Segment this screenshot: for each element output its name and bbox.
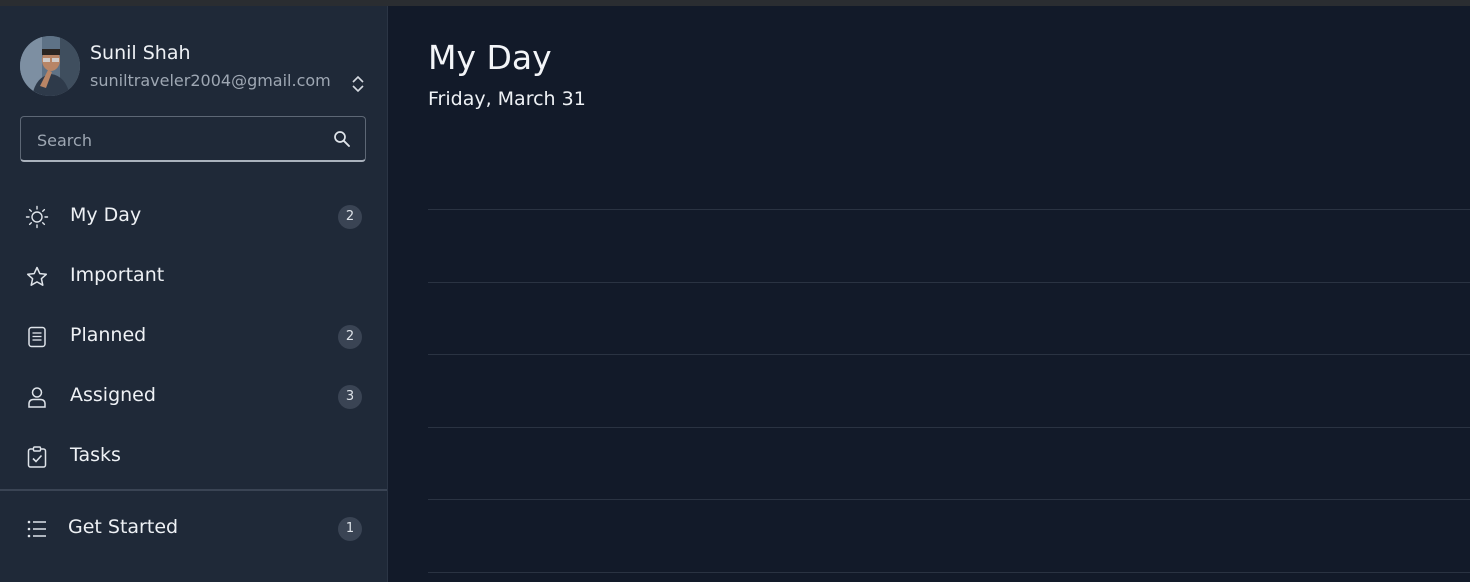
sidebar-item-label: Planned	[70, 324, 147, 346]
account-switcher[interactable]: Sunil Shah suniltraveler2004@gmail.com	[20, 36, 370, 96]
star-icon	[26, 266, 48, 286]
sidebar-item-my-day[interactable]: My Day 2	[0, 186, 387, 246]
task-row-line	[428, 209, 1470, 210]
account-email: suniltraveler2004@gmail.com	[90, 71, 331, 90]
sun-icon	[25, 205, 49, 229]
sidebar-item-label: My Day	[70, 204, 142, 226]
page-title: My Day	[428, 38, 552, 77]
search-icon[interactable]	[333, 130, 351, 148]
search-box[interactable]	[20, 116, 366, 162]
task-row-line	[428, 427, 1470, 428]
sidebar-item-get-started[interactable]: Get Started 1	[0, 498, 387, 558]
count-badge: 2	[338, 205, 362, 229]
task-row-line	[428, 282, 1470, 283]
sidebar-divider	[0, 489, 387, 491]
task-row-line	[428, 572, 1470, 573]
sidebar-item-label: Important	[70, 264, 165, 286]
task-row-line	[428, 499, 1470, 500]
account-name: Sunil Shah	[90, 42, 191, 64]
sidebar: Sunil Shah suniltraveler2004@gmail.com S…	[0, 6, 388, 582]
search-input[interactable]	[35, 127, 329, 153]
sidebar-item-planned[interactable]: Planned 2	[0, 306, 387, 366]
calendar-list-icon	[28, 326, 46, 348]
sidebar-item-important[interactable]: Important	[0, 246, 387, 306]
avatar	[20, 36, 80, 96]
count-badge: 3	[338, 385, 362, 409]
count-badge: 1	[338, 517, 362, 541]
person-icon	[28, 387, 46, 408]
count-badge: 2	[338, 325, 362, 349]
sidebar-item-assigned[interactable]: Assigned 3	[0, 366, 387, 426]
list-icon	[27, 520, 46, 538]
task-row-line	[428, 354, 1470, 355]
sidebar-item-label: Assigned	[70, 384, 156, 406]
sidebar-item-label: Get Started	[68, 516, 179, 538]
sidebar-item-tasks[interactable]: Tasks	[0, 426, 387, 486]
chevron-updown-icon[interactable]	[350, 74, 366, 94]
sidebar-item-label: Tasks	[70, 444, 121, 466]
page-date: Friday, March 31	[428, 88, 586, 110]
clipboard-check-icon	[27, 446, 47, 468]
main-content: My Day Friday, March 31	[388, 6, 1470, 582]
